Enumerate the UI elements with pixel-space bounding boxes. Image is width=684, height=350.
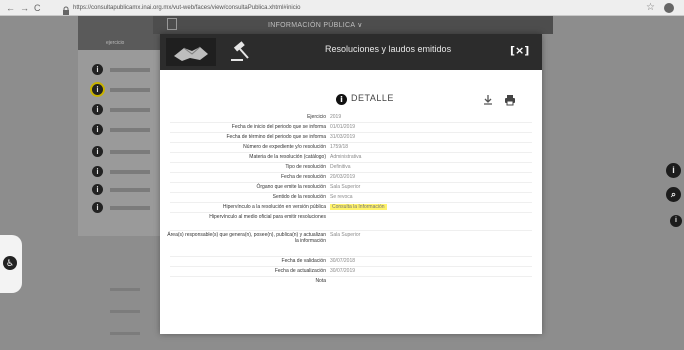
divider	[170, 162, 532, 163]
handshake-icon	[166, 38, 216, 66]
field-label: Fecha de resolución	[280, 174, 326, 180]
field-label: Fecha de inicio del periodo que se infor…	[231, 124, 326, 130]
field-label: Fecha de término del periodo que se info…	[226, 134, 326, 140]
field-value: Sala Superior	[330, 232, 361, 238]
reload-button[interactable]: C	[34, 2, 41, 14]
field-value: 20/03/2019	[330, 174, 356, 180]
divider	[170, 142, 532, 143]
background-title-bar: INFORMACIÓN PÚBLICA ∨	[153, 16, 553, 34]
field-value: 1759/18	[330, 144, 349, 150]
accessibility-icon[interactable]: ♿	[3, 256, 17, 270]
gavel-icon	[230, 41, 252, 63]
list-item[interactable]	[110, 170, 150, 174]
field-value: Se revoca	[330, 194, 353, 200]
field-value: 01/01/2019	[330, 124, 356, 130]
info-icon[interactable]: i	[92, 104, 103, 115]
divider	[170, 276, 532, 277]
detail-title: DETALLE	[351, 93, 394, 103]
info-icon[interactable]: i	[666, 163, 681, 178]
field-value: 2019	[330, 114, 342, 120]
menu-icon[interactable]	[167, 18, 177, 30]
bookmark-star-icon[interactable]: ☆	[646, 2, 655, 14]
download-icon[interactable]	[482, 93, 494, 105]
info-icon[interactable]: i	[92, 202, 103, 213]
field-label: Hipervínculo a la resolución en versión …	[222, 204, 326, 210]
resolution-detail-modal: Resoluciones y laudos emitidos [×] i DET…	[160, 34, 542, 334]
field-label: Fecha de validación	[281, 258, 326, 264]
list-item[interactable]	[110, 206, 150, 210]
list-item[interactable]	[110, 188, 150, 192]
list-item[interactable]	[110, 108, 150, 112]
accessibility-widget[interactable]: ♿	[0, 235, 22, 293]
divider	[170, 266, 532, 267]
divider	[170, 256, 532, 257]
field-value: 30/07/2018	[330, 258, 356, 264]
forward-button[interactable]: →	[20, 2, 29, 14]
info-icon[interactable]: i	[92, 84, 103, 95]
divider	[110, 288, 140, 291]
browser-toolbar: ← → C https://consultapublicamx.inai.org…	[0, 0, 684, 16]
info-icon[interactable]: i	[92, 184, 103, 195]
info-icon[interactable]: i	[670, 215, 682, 227]
field-label: Área(s) responsable(s) que genera(n), po…	[167, 232, 326, 244]
field-value: 31/03/2019	[330, 134, 356, 140]
field-value: 30/07/2019	[330, 268, 356, 274]
field-label: Órgano que emite la resolución	[256, 184, 327, 190]
modal-title: Resoluciones y laudos emitidos	[325, 44, 452, 54]
divider	[110, 310, 140, 313]
modal-header: Resoluciones y laudos emitidos [×]	[160, 34, 542, 70]
field-label: Fecha de actualización	[274, 268, 326, 274]
divider	[170, 172, 532, 173]
field-value: Administrativa	[330, 154, 362, 160]
close-button[interactable]: [×]	[510, 43, 529, 59]
back-button[interactable]: ←	[6, 2, 15, 14]
divider	[170, 202, 532, 203]
field-label: Número de expediente y/o resolución	[243, 144, 326, 150]
field-label: Tipo de resolución	[285, 164, 326, 170]
list-item[interactable]	[110, 128, 150, 132]
info-icon: i	[336, 94, 347, 105]
field-label: Sentido de la resolución	[272, 194, 326, 200]
info-icon[interactable]: i	[92, 166, 103, 177]
account-avatar[interactable]	[664, 3, 674, 13]
divider	[170, 192, 532, 193]
divider	[110, 332, 140, 335]
field-value: Sala Superior	[330, 184, 361, 190]
divider	[170, 122, 532, 123]
info-icon[interactable]: i	[92, 146, 103, 157]
divider	[170, 152, 532, 153]
info-icon[interactable]: i	[92, 64, 103, 75]
field-label: Ejercicio	[307, 114, 326, 120]
print-icon[interactable]	[504, 93, 516, 106]
left-panel-header-label: ejercicio	[106, 40, 125, 46]
list-item[interactable]	[110, 88, 150, 92]
list-item[interactable]	[110, 150, 150, 154]
divider	[170, 182, 532, 183]
divider	[170, 230, 532, 231]
field-label: Nota	[315, 278, 326, 284]
field-value: Definitiva	[330, 164, 351, 170]
address-bar[interactable]: https://consultapublicamx.inai.org.mx/vu…	[73, 3, 513, 13]
field-label: Hipervínculo al medio oficial para emiti…	[209, 214, 326, 220]
lock-icon	[62, 3, 70, 15]
field-label: Materia de la resolución (catálogo)	[249, 154, 326, 160]
search-icon[interactable]: ⌕	[666, 187, 681, 202]
divider	[170, 212, 532, 213]
divider	[170, 132, 532, 133]
list-item[interactable]	[110, 68, 150, 72]
detail-header: i DETALLE	[160, 92, 542, 108]
consulta-link[interactable]: Consulta la Información	[330, 204, 387, 210]
background-title[interactable]: INFORMACIÓN PÚBLICA ∨	[268, 21, 363, 29]
info-icon[interactable]: i	[92, 124, 103, 135]
